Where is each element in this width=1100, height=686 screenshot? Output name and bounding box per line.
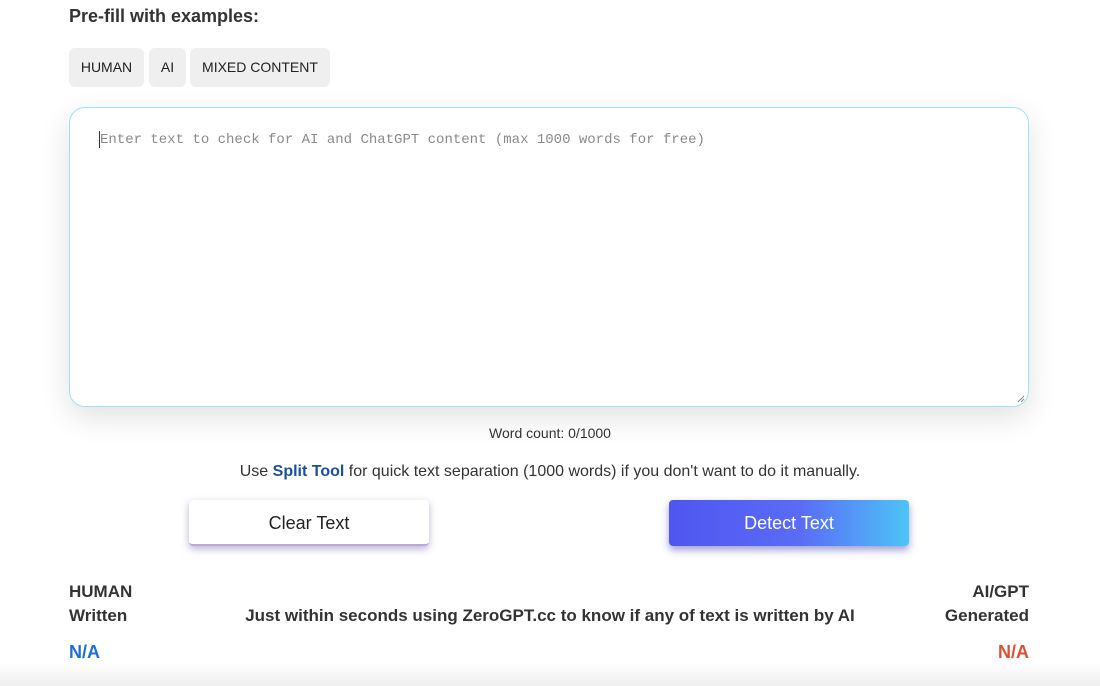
ai-generated-label: AI/GPT Generated [945, 580, 1029, 628]
split-tool-link[interactable]: Split Tool [273, 463, 345, 480]
prefill-heading: Pre-fill with examples: [69, 6, 260, 26]
text-input-container [69, 107, 1029, 407]
tagline: Just within seconds using ZeroGPT.cc to … [245, 606, 855, 625]
human-label-line1: HUMAN [69, 582, 133, 601]
split-tool-hint: Use Split Tool for quick text separation… [0, 463, 1100, 481]
ai-label-line2: Generated [944, 606, 1029, 625]
clear-text-button[interactable]: Clear Text [189, 500, 429, 546]
text-caret [99, 131, 100, 148]
resize-grip-icon[interactable] [1017, 395, 1025, 403]
human-score-value: N/A [69, 642, 100, 662]
ai-score-value: N/A [998, 642, 1029, 662]
page: Pre-fill with examples: HUMAN AI MIXED C… [0, 0, 1100, 686]
bottom-fade [0, 664, 1100, 686]
word-count: Word count: 0/1000 [489, 425, 611, 441]
ai-label-line1: AI/GPT [972, 582, 1029, 601]
text-input[interactable] [70, 108, 1028, 406]
split-tool-suffix: for quick text separation (1000 words) i… [344, 463, 861, 480]
example-human-button[interactable]: HUMAN [69, 48, 144, 87]
example-mixed-content-button[interactable]: MIXED CONTENT [190, 48, 330, 87]
example-ai-button[interactable]: AI [149, 48, 186, 87]
split-tool-prefix: Use [239, 463, 273, 480]
detect-text-button[interactable]: Detect Text [669, 500, 909, 546]
